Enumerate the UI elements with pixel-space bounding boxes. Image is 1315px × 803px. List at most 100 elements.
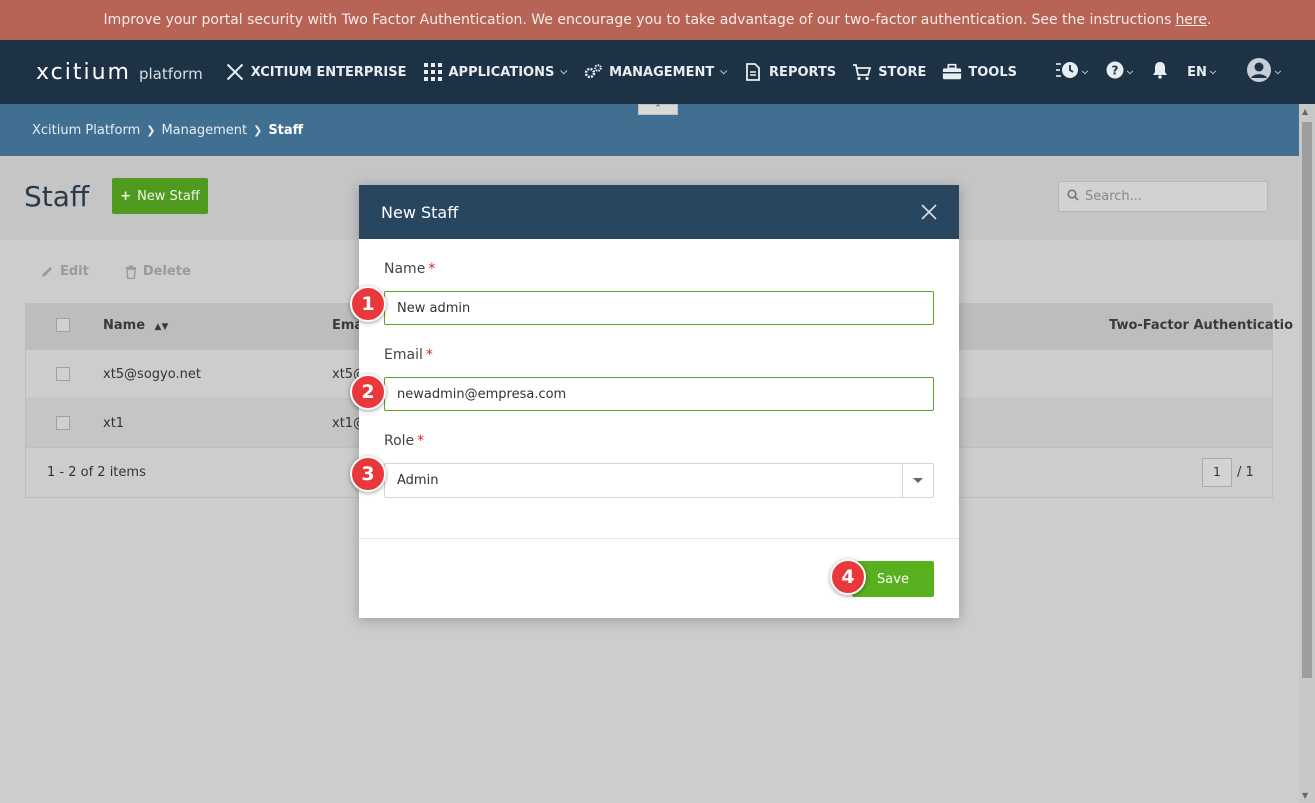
search-icon xyxy=(1067,189,1079,204)
breadcrumb-item-platform[interactable]: Xcitium Platform xyxy=(32,123,140,138)
delete-button[interactable]: Delete xyxy=(125,264,209,279)
language-selector[interactable]: EN ⌵ xyxy=(1187,65,1216,80)
name-label-text: Name xyxy=(384,261,426,277)
user-avatar-icon xyxy=(1246,57,1272,87)
gears-icon xyxy=(583,62,603,82)
grid-icon xyxy=(423,62,443,82)
nav-management-label: MANAGEMENT xyxy=(609,64,715,80)
name-field[interactable]: New admin xyxy=(384,291,934,325)
required-marker: * xyxy=(425,347,433,363)
required-marker: * xyxy=(417,433,425,449)
help-icon: ? xyxy=(1106,61,1124,83)
nav-applications[interactable]: APPLICATIONS ⌵ xyxy=(423,62,568,82)
scroll-thumb[interactable] xyxy=(1302,122,1312,678)
close-icon xyxy=(921,204,937,220)
new-staff-button[interactable]: + New Staff xyxy=(112,178,208,214)
page-total: / 1 xyxy=(1237,465,1254,480)
role-label-text: Role xyxy=(384,433,415,449)
dialog-footer: Save xyxy=(359,538,959,618)
breadcrumb-item-staff: Staff xyxy=(268,122,304,138)
nav-tools[interactable]: TOOLS xyxy=(942,62,1017,82)
chevron-down-icon: ⌵ xyxy=(1081,67,1088,76)
page-number-input[interactable]: 1 xyxy=(1202,458,1232,487)
nav-reports[interactable]: REPORTS xyxy=(743,62,836,82)
nav-reports-label: REPORTS xyxy=(769,64,837,80)
edit-label: Edit xyxy=(60,264,89,279)
chevron-down-icon: ⌵ xyxy=(720,67,728,77)
nav-management[interactable]: MANAGEMENT ⌵ xyxy=(583,62,727,82)
role-label: Role * xyxy=(384,433,424,449)
step-marker-2: 2 xyxy=(350,374,386,410)
select-all-checkbox[interactable] xyxy=(56,318,70,332)
navbar-right: ⌵ ? ⌵ EN ⌵ ⌵ xyxy=(1055,40,1315,104)
required-marker: * xyxy=(428,261,436,277)
step-marker-1: 1 xyxy=(350,286,386,322)
dropdown-toggle[interactable] xyxy=(902,464,933,497)
dialog-title: New Staff xyxy=(381,202,459,222)
banner-instructions-link[interactable]: here xyxy=(1175,12,1207,28)
pencil-icon xyxy=(40,265,54,279)
language-label: EN xyxy=(1187,64,1207,80)
edit-button[interactable]: Edit xyxy=(40,264,107,279)
row-name: xt5@sogyo.net xyxy=(103,367,201,382)
bell-icon xyxy=(1151,61,1169,83)
breadcrumb-separator-icon: ❯ xyxy=(253,123,263,137)
email-value: newadmin@empresa.com xyxy=(397,386,567,402)
search-input[interactable]: Search... xyxy=(1058,181,1268,212)
help-menu[interactable]: ? ⌵ xyxy=(1106,61,1133,83)
history-icon xyxy=(1055,61,1079,83)
banner-end: . xyxy=(1207,12,1212,28)
step-marker-3: 3 xyxy=(350,456,386,492)
collapse-header-button[interactable]: ⌃ xyxy=(638,104,678,115)
recent-history-menu[interactable]: ⌵ xyxy=(1055,61,1088,83)
notifications-button[interactable] xyxy=(1151,61,1169,83)
chevron-down-icon: ⌵ xyxy=(1209,67,1216,76)
breadcrumb-separator-icon: ❯ xyxy=(146,123,156,137)
banner-text: Improve your portal security with Two Fa… xyxy=(103,12,1172,28)
breadcrumb-item-management[interactable]: Management xyxy=(161,123,247,138)
nav-store-label: STORE xyxy=(878,64,927,80)
page-scrollbar[interactable]: ▲ ▼ xyxy=(1299,104,1315,803)
column-header-name[interactable]: Name ▲▼ xyxy=(103,318,168,333)
chevron-up-icon: ⌃ xyxy=(654,104,662,114)
row-name: xt1 xyxy=(103,416,125,431)
grid-actions: Edit Delete xyxy=(40,264,227,279)
top-navbar: xcitium platform XCITIUM ENTERPRISE APPL… xyxy=(0,40,1315,104)
step-marker-4: 4 xyxy=(830,559,866,595)
chevron-down-icon: ⌵ xyxy=(560,67,568,77)
cart-icon xyxy=(852,62,872,82)
email-field[interactable]: newadmin@empresa.com xyxy=(384,377,934,411)
column-header-two-factor[interactable]: Two-Factor Authenticatio xyxy=(1109,318,1293,333)
row-checkbox[interactable] xyxy=(56,416,70,430)
security-banner: Improve your portal security with Two Fa… xyxy=(0,0,1315,40)
xcitium-logo-icon xyxy=(225,62,245,82)
caret-down-icon xyxy=(913,478,923,483)
nav-applications-label: APPLICATIONS xyxy=(448,64,555,80)
close-button[interactable] xyxy=(919,202,939,222)
document-icon xyxy=(743,62,763,82)
new-staff-label: New Staff xyxy=(137,188,200,204)
row-checkbox[interactable] xyxy=(56,367,70,381)
name-value: New admin xyxy=(397,300,471,316)
dialog-body: Name * New admin Email * newadmin@empresa.… xyxy=(359,239,959,539)
toolbox-icon xyxy=(942,62,962,82)
nav-tools-label: TOOLS xyxy=(968,64,1017,80)
nav-store[interactable]: STORE xyxy=(852,62,926,82)
brand-name: xcitium xyxy=(36,59,131,85)
brand-logo[interactable]: xcitium platform xyxy=(36,60,203,85)
user-menu[interactable]: ⌵ xyxy=(1246,57,1281,87)
email-label-text: Email xyxy=(384,347,423,363)
svg-text:?: ? xyxy=(1112,64,1119,78)
delete-label: Delete xyxy=(142,264,191,279)
plus-icon: + xyxy=(120,188,132,204)
email-label: Email * xyxy=(384,347,433,363)
search-placeholder: Search... xyxy=(1085,189,1143,204)
chevron-down-icon: ⌵ xyxy=(1127,67,1134,76)
chevron-down-icon: ⌵ xyxy=(1274,67,1281,76)
scroll-down-icon[interactable]: ▼ xyxy=(1302,791,1308,800)
scroll-up-icon[interactable]: ▲ xyxy=(1302,107,1308,116)
nav-xcitium-enterprise[interactable]: XCITIUM ENTERPRISE xyxy=(225,62,407,82)
sort-icon: ▲▼ xyxy=(154,322,169,332)
role-select[interactable]: Admin xyxy=(384,463,934,498)
items-summary: 1 - 2 of 2 items xyxy=(47,465,146,480)
